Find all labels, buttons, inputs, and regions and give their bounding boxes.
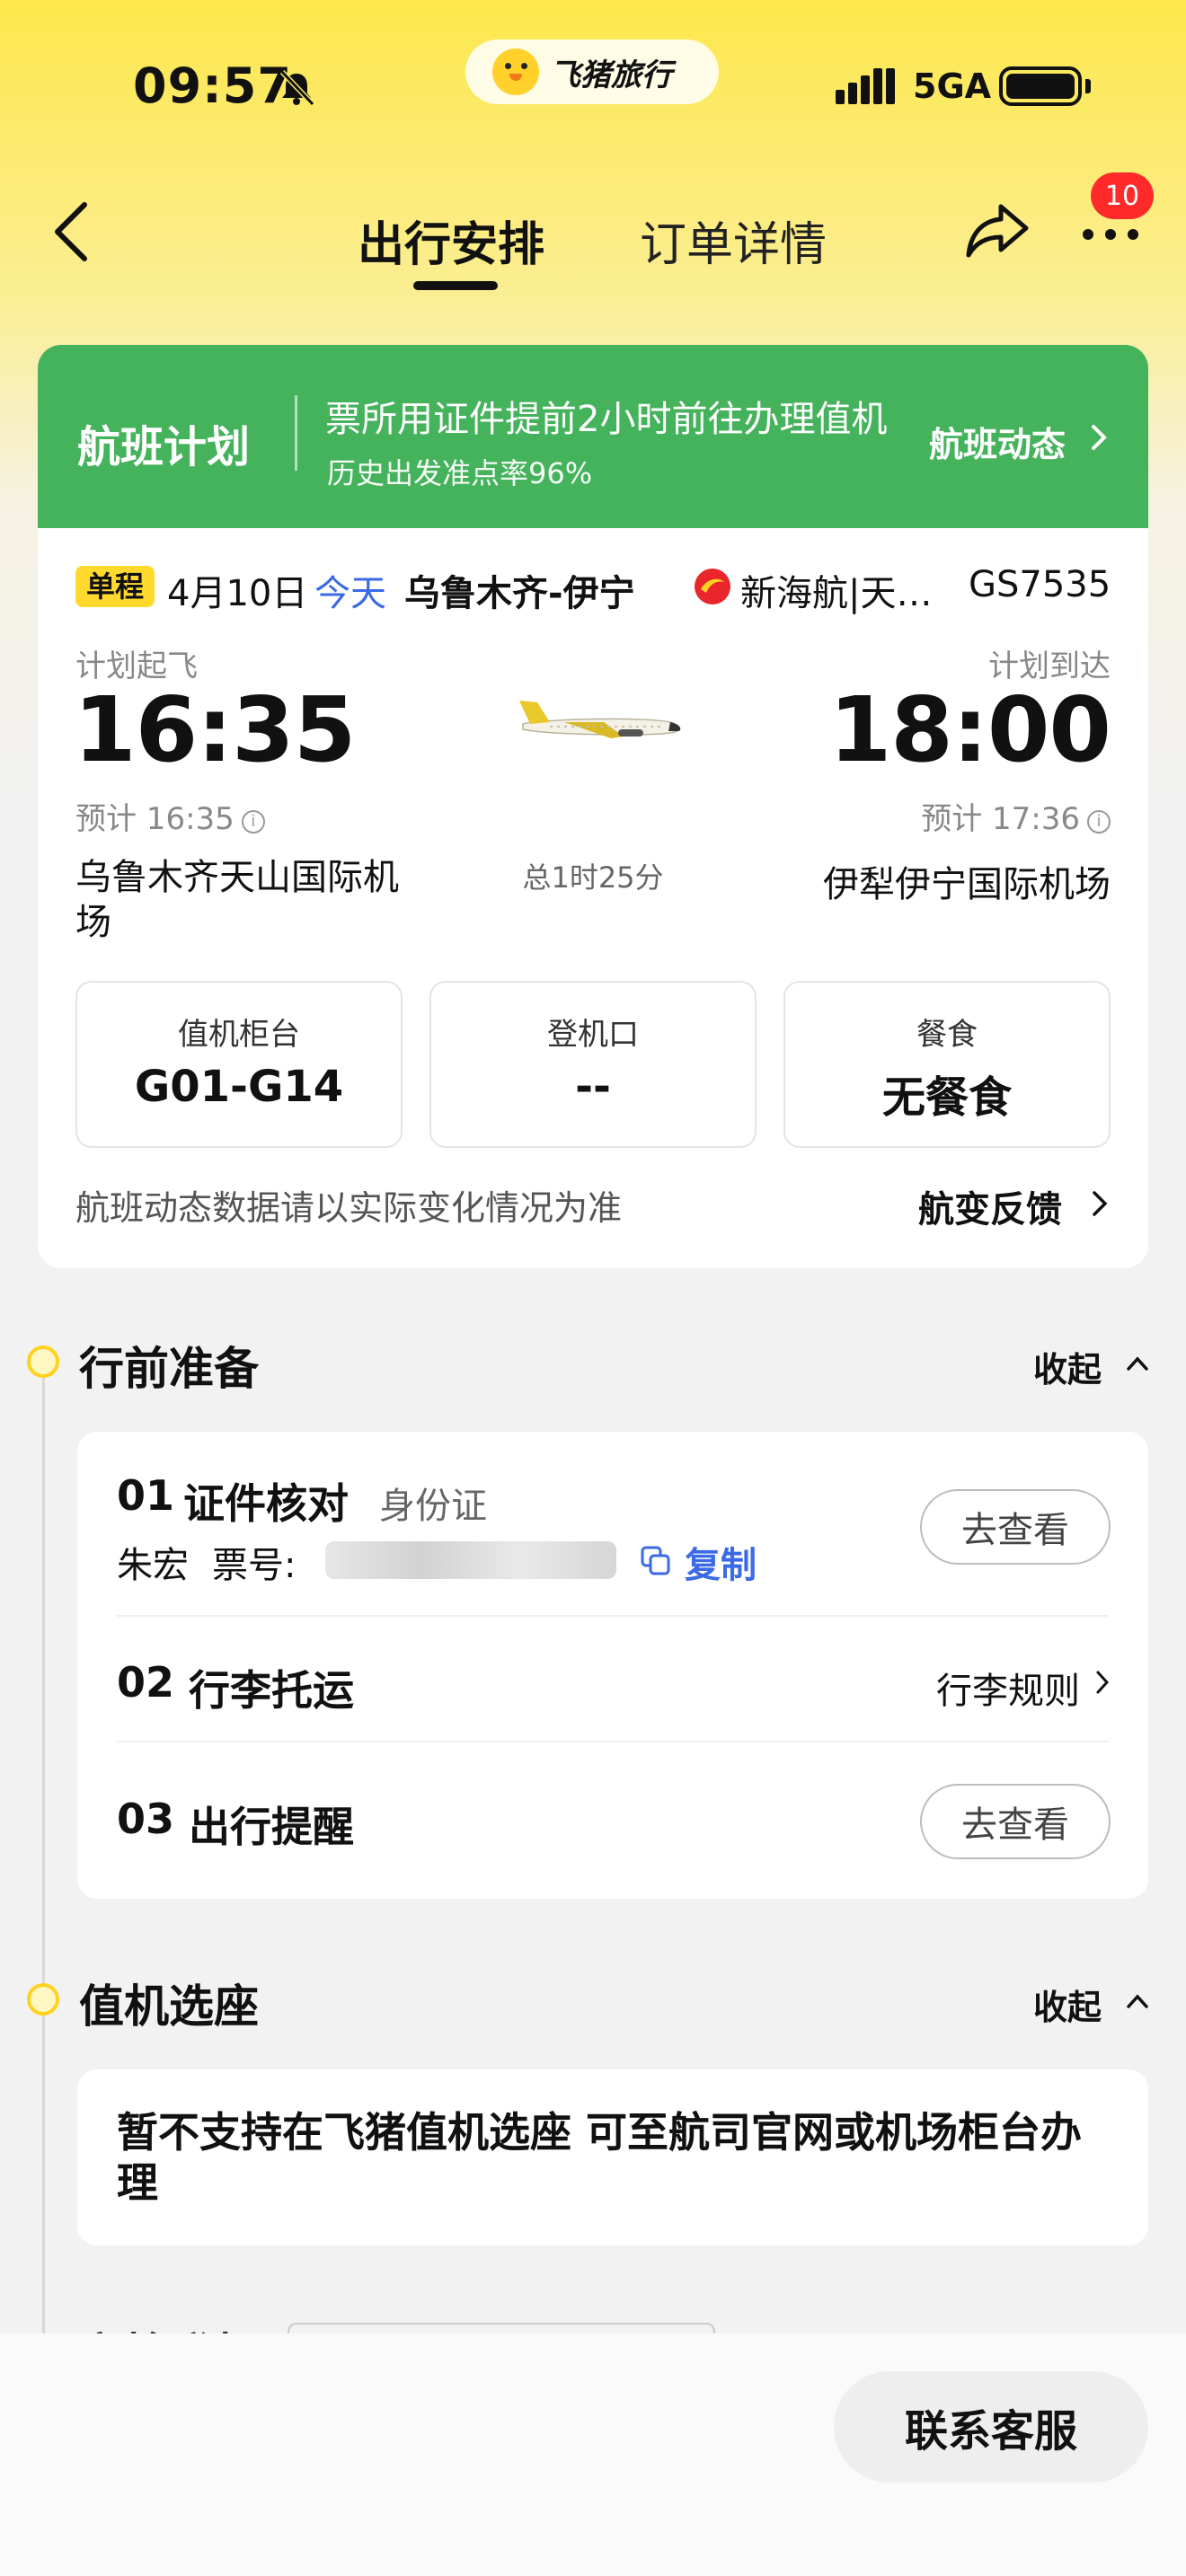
timeline-line [42,1362,45,2350]
status-disclaimer: 航班动态数据请以实际变化情况为准 [75,1188,623,1228]
checkin-counter-label: 值机柜台 [178,1017,300,1053]
flight-day: 今天 [314,573,386,614]
copy-ticket-button[interactable]: 复制 [685,1536,757,1588]
on-time-rate: 历史出发准点率96% [327,456,593,490]
ticket-number-redacted [325,1541,616,1579]
step-number: 03 [117,1795,175,1843]
arrival-time: 18:00 [828,677,1111,782]
departure-estimate-text: 预计 16:35 [75,801,235,837]
flight-date: 4月10日 [167,573,308,614]
flight-change-feedback-link[interactable]: 航变反馈 [918,1180,1062,1232]
step-number: 02 [117,1658,175,1707]
battery-icon [999,66,1082,106]
arrival-airport: 伊犁伊宁国际机场 [823,864,1111,905]
tab-order-details[interactable]: 订单详情 [640,207,827,274]
meal-value: 无餐食 [881,1072,1012,1123]
flight-card: 航班计划 票所用证件提前2小时前往办理值机 历史出发准点率96% 航班动态 单程… [38,345,1148,1268]
row-divider [117,1741,1109,1742]
row-divider [117,1615,1109,1617]
back-arrow-icon[interactable] [50,199,93,264]
trip-type-badge: 单程 [75,566,155,607]
brand-name: 飞猪旅行 [550,57,672,93]
collapse-checkin-button[interactable]: 收起 [1033,1980,1102,2029]
section-title-prep: 行前准备 [79,1343,259,1395]
info-icon[interactable]: i [241,810,265,834]
airline-logo-icon [695,569,730,604]
header-divider [295,395,297,471]
departure-estimate: 预计 16:35 i [75,794,265,838]
timeline-dot [27,1983,59,2016]
contact-service-button[interactable]: 联系客服 [834,2371,1148,2483]
section-title-checkin: 值机选座 [79,1981,259,2033]
timeline-dot [27,1345,59,1378]
tab-itinerary[interactable]: 出行安排 [358,207,544,274]
checkin-notice: 票所用证件提前2小时前往办理值机 [325,399,888,440]
chevron-up-icon [1127,1356,1148,1371]
flight-status-link[interactable]: 航班动态 [929,417,1066,466]
arrival-estimate: 预计 17:36 i [921,794,1111,838]
boarding-gate-box: 登机口 -- [429,981,757,1148]
route-cities: 乌鲁木齐-伊宁 [404,573,635,614]
arrival-estimate-text: 预计 17:36 [921,801,1080,837]
baggage-rules-link[interactable]: 行李规则 [936,1662,1080,1714]
info-icon[interactable]: i [1087,810,1111,834]
step-number: 01 [117,1471,175,1520]
signal-icon [836,68,895,104]
step-title-travel-reminder: 出行提醒 [189,1803,354,1851]
notification-badge: 10 [1091,172,1154,219]
document-type: 身份证 [379,1486,487,1527]
battery-tip [1085,79,1091,93]
boarding-gate-label: 登机口 [547,1017,639,1053]
fliggy-logo-icon [492,49,539,95]
airplane-icon [519,701,681,738]
collapse-prep-button[interactable]: 收起 [1033,1342,1102,1391]
checkin-info-card: 暂不支持在飞猪值机选座 可至航司官网或机场柜台办理 [77,2069,1148,2245]
departure-time: 16:35 [74,677,356,782]
meal-label: 餐食 [916,1017,978,1053]
chevron-right-icon [1096,1671,1110,1694]
flight-plan-header: 航班计划 票所用证件提前2小时前往办理值机 历史出发准点率96% 航班动态 [38,345,1148,528]
checkin-unavailable-message: 暂不支持在飞猪值机选座 可至航司官网或机场柜台办理 [117,2108,1083,2207]
step-title-baggage: 行李托运 [189,1666,354,1715]
active-tab-indicator [413,281,498,290]
chevron-up-icon [1127,1994,1148,2008]
checkin-counter-box: 值机柜台 G01-G14 [75,981,403,1148]
network-type: 5GA [913,66,992,106]
ticket-number-label: 票号: [212,1545,296,1586]
checkin-counter-value: G01-G14 [134,1062,344,1112]
step-title-document-check: 证件核对 [183,1479,349,1528]
chevron-right-icon [1093,1191,1108,1216]
app-brand-pill: 飞猪旅行 [465,40,719,104]
share-icon[interactable] [965,201,1030,259]
flight-number: GS7535 [969,564,1111,605]
chevron-right-icon [1092,425,1107,450]
boarding-gate-value: -- [575,1062,611,1112]
more-icon[interactable] [1082,228,1139,241]
departure-airport: 乌鲁木齐天山国际机场 [75,857,399,943]
airline-name: 新海航|天… [740,573,933,614]
view-document-button[interactable]: 去查看 [920,1489,1111,1565]
status-time: 09:57 [133,57,292,114]
bell-mute-icon [279,69,315,107]
copy-icon[interactable] [640,1545,672,1577]
flight-plan-title: 航班计划 [77,422,251,472]
meal-box: 餐食 无餐食 [783,981,1111,1148]
prep-card: 01 证件核对 身份证 朱宏 票号: 复制 去查看 02 行李托运 行李规则 0… [77,1432,1148,1899]
view-reminder-button[interactable]: 去查看 [920,1784,1111,1859]
passenger-name: 朱宏 [117,1545,189,1586]
